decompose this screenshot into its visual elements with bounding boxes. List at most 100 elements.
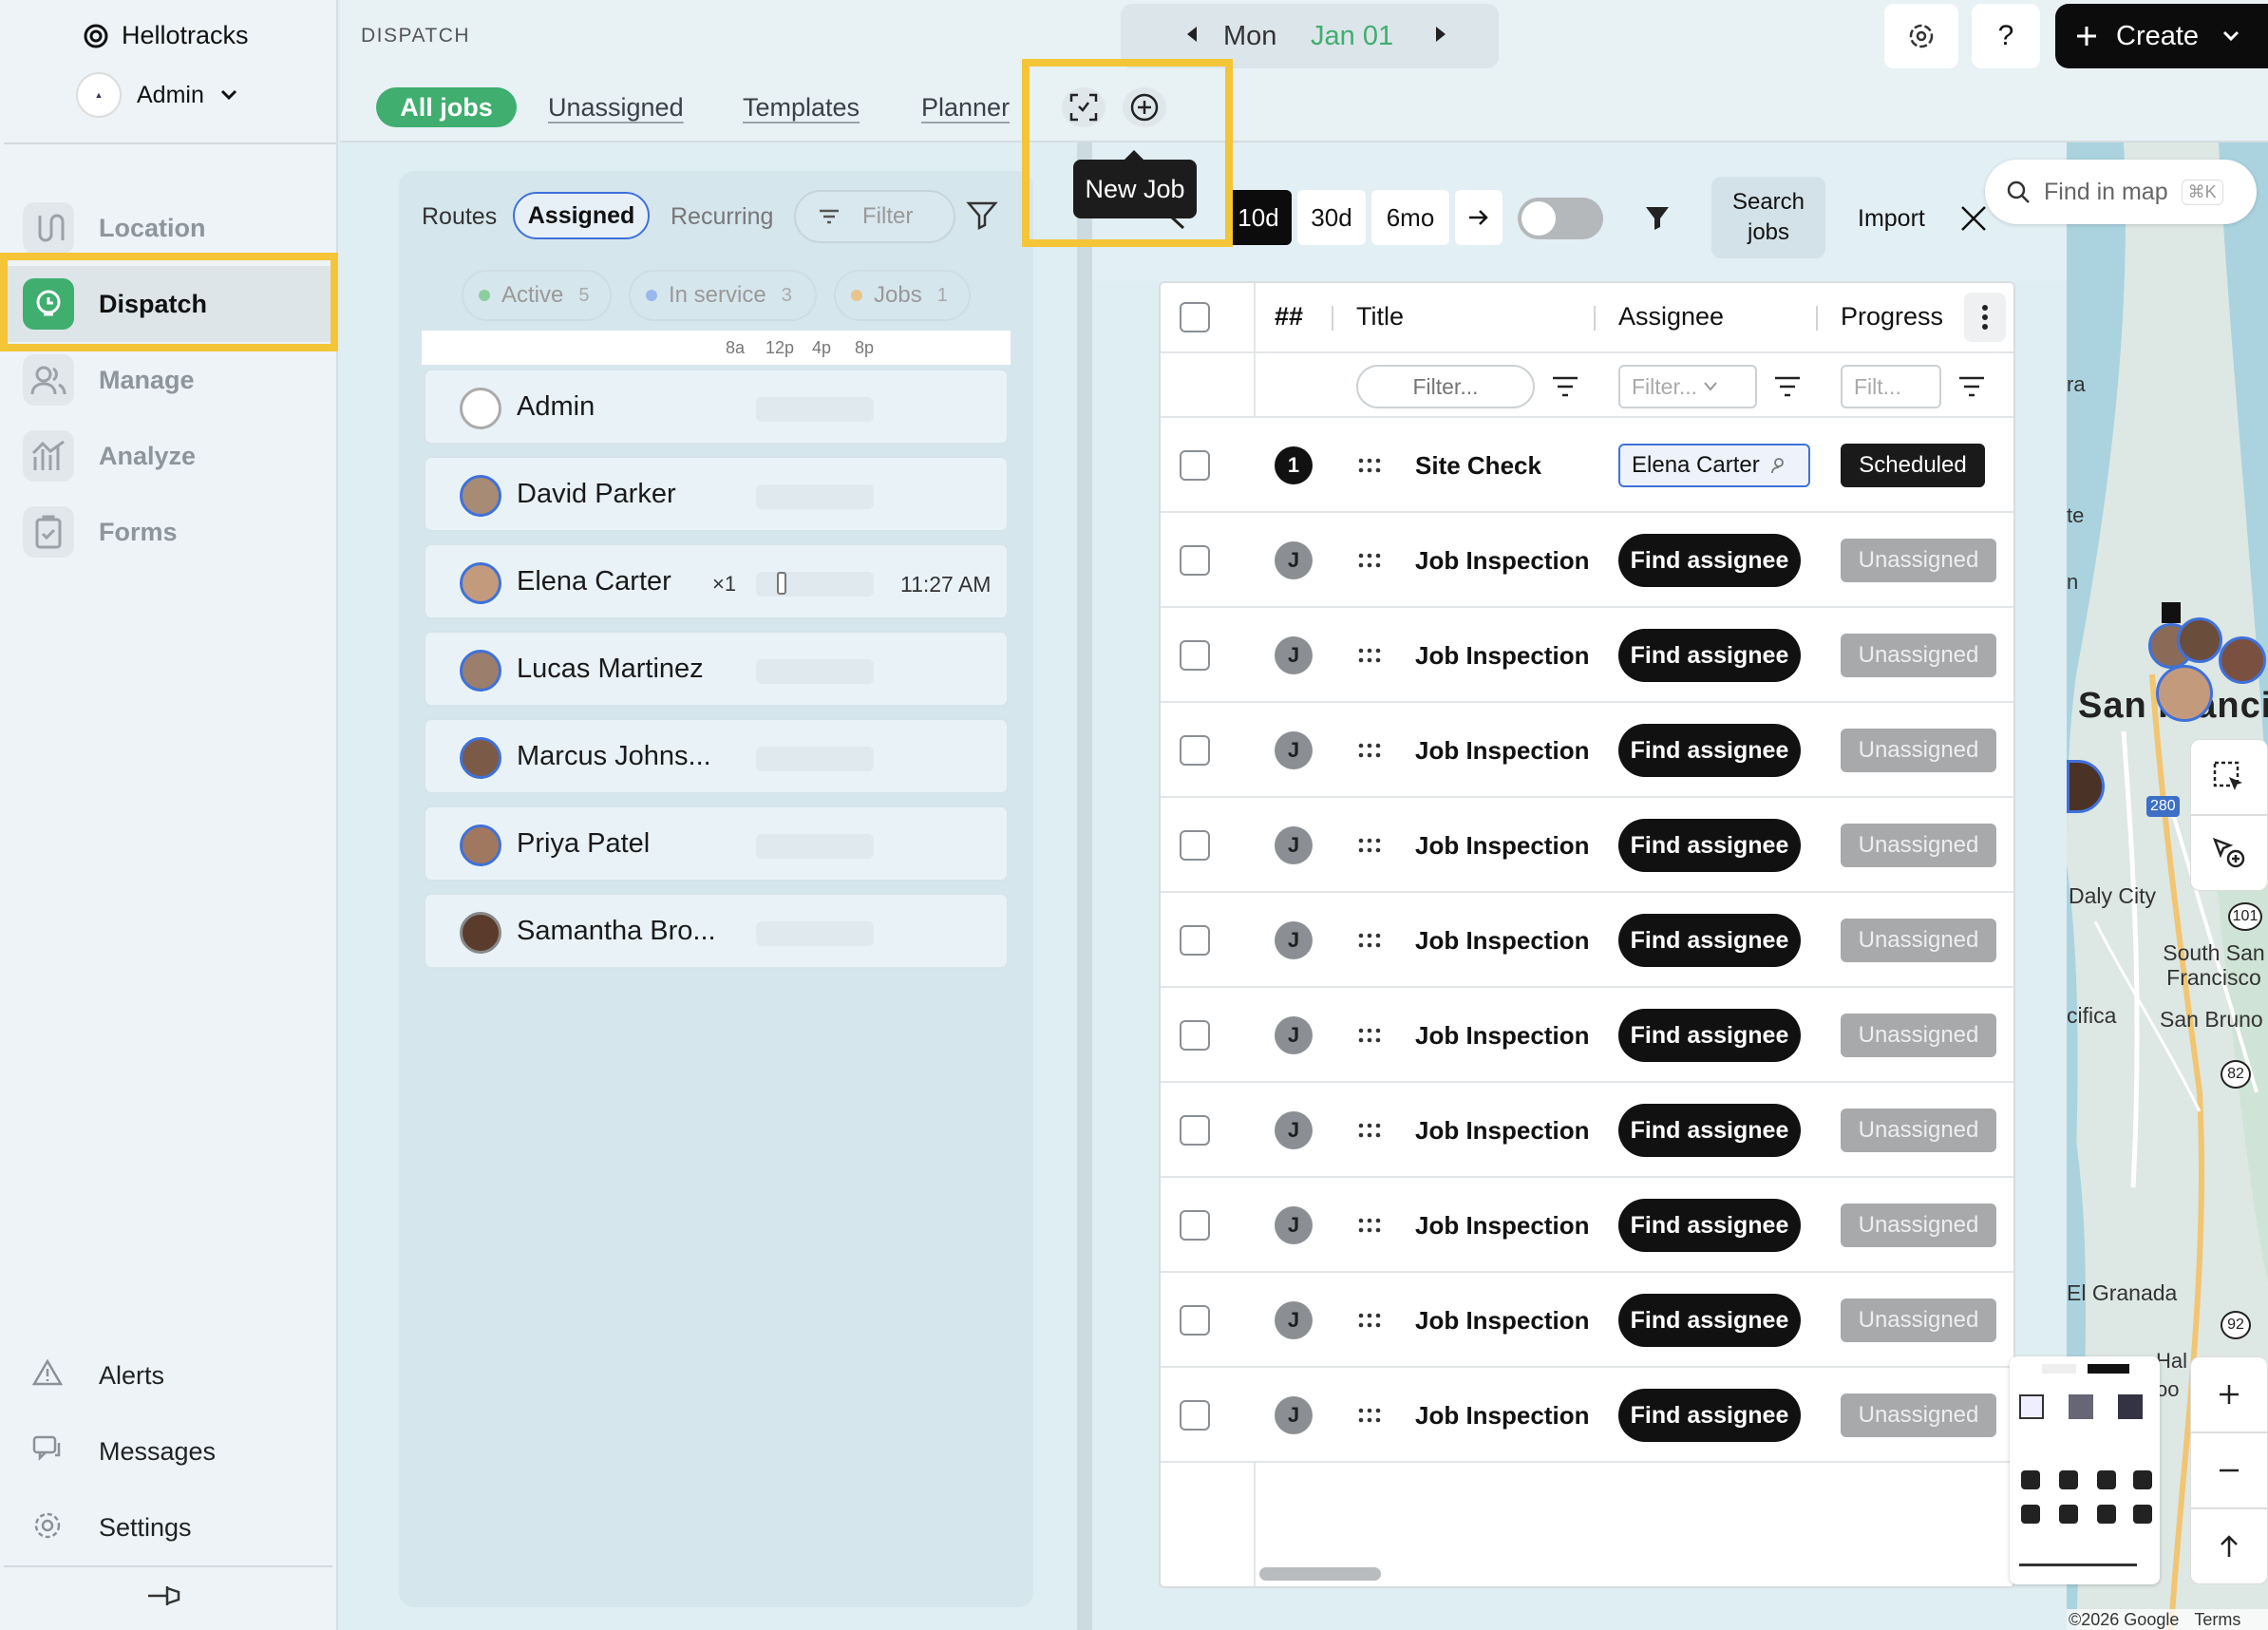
recenter-button[interactable] [2190, 1508, 2268, 1584]
drag-handle-icon[interactable] [1358, 552, 1381, 569]
filter-lines-icon[interactable] [1552, 376, 1578, 397]
terms-link[interactable]: Terms [2194, 1610, 2240, 1630]
view-toggle[interactable] [1518, 198, 1603, 239]
drag-handle-icon[interactable] [1358, 1217, 1381, 1234]
tab-templates[interactable]: Templates [743, 87, 860, 127]
table-row[interactable]: J Job Inspection Find assignee Unassigned [1161, 513, 2013, 608]
tab-all-jobs[interactable]: All jobs [376, 87, 517, 127]
row-checkbox[interactable] [1180, 1210, 1210, 1241]
next-day-icon[interactable] [1434, 25, 1447, 44]
job-title[interactable]: Job Inspection [1415, 1401, 1589, 1431]
map-marker-dark[interactable] [2162, 602, 2181, 623]
tab-assigned[interactable]: Assigned [513, 192, 650, 239]
range-6mo[interactable]: 6mo [1371, 190, 1449, 245]
sidebar-item-manage[interactable]: Manage [0, 342, 338, 418]
column-header-assignee[interactable]: Assignee [1618, 302, 1724, 332]
job-title[interactable]: Site Check [1415, 451, 1541, 481]
row-checkbox[interactable] [1180, 450, 1210, 481]
job-title[interactable]: Job Inspection [1415, 1116, 1589, 1146]
chip-in-service[interactable]: In service 3 [629, 270, 817, 321]
horizontal-scrollbar[interactable] [1259, 1567, 1381, 1581]
table-row[interactable]: J Job Inspection Find assignee Unassigned [1161, 893, 2013, 988]
chip-active[interactable]: Active 5 [462, 270, 612, 321]
find-assignee-button[interactable]: Find assignee [1618, 534, 1801, 587]
sidebar-item-messages[interactable]: Messages [0, 1423, 338, 1480]
find-assignee-button[interactable]: Find assignee [1618, 629, 1801, 682]
routes-filter-input[interactable]: Filter [794, 190, 955, 243]
route-row[interactable]: Priya Patel [424, 806, 1009, 881]
progress-filter-select[interactable]: Filt... [1841, 365, 1941, 408]
import-button[interactable]: Import [1858, 205, 1925, 233]
create-button[interactable]: Create [2055, 4, 2268, 68]
range-10d[interactable]: 10d [1225, 190, 1292, 245]
table-row[interactable]: J Job Inspection Find assignee Unassigned [1161, 608, 2013, 703]
job-title[interactable]: Job Inspection [1415, 1211, 1589, 1241]
search-jobs-button[interactable]: Search jobs [1711, 177, 1825, 258]
map-avatar-marker[interactable] [2177, 617, 2222, 663]
route-row[interactable]: Elena Carter ×1 11:27 AM [424, 543, 1009, 619]
prev-day-icon[interactable] [1185, 25, 1199, 44]
sidebar-item-analyze[interactable]: Analyze [0, 418, 338, 494]
find-assignee-button[interactable]: Find assignee [1618, 914, 1801, 967]
funnel-filled-icon[interactable] [1643, 203, 1672, 232]
lasso-select-button[interactable] [2190, 739, 2268, 815]
drag-handle-icon[interactable] [1358, 742, 1381, 759]
column-header-progress[interactable]: Progress [1841, 302, 1943, 332]
row-checkbox[interactable] [1180, 1020, 1210, 1051]
sidebar-item-forms[interactable]: Forms [0, 494, 338, 570]
app-brand[interactable]: Hellotracks [84, 21, 249, 50]
tab-unassigned[interactable]: Unassigned [548, 87, 684, 127]
row-checkbox[interactable] [1180, 1400, 1210, 1431]
route-row[interactable]: David Parker [424, 456, 1009, 532]
row-checkbox[interactable] [1180, 830, 1210, 861]
row-checkbox[interactable] [1180, 735, 1210, 766]
find-assignee-button[interactable]: Find assignee [1618, 819, 1801, 872]
range-30d[interactable]: 30d [1297, 190, 1366, 245]
find-assignee-button[interactable]: Find assignee [1618, 1009, 1801, 1062]
drag-handle-icon[interactable] [1358, 457, 1381, 474]
zoom-out-button[interactable] [2190, 1432, 2268, 1508]
job-title[interactable]: Job Inspection [1415, 546, 1589, 576]
drag-handle-icon[interactable] [1358, 932, 1381, 949]
row-checkbox[interactable] [1180, 640, 1210, 671]
select-all-checkbox[interactable] [1180, 302, 1210, 332]
ai-assistant-button[interactable] [1884, 4, 1958, 68]
zoom-in-button[interactable] [2190, 1356, 2268, 1432]
route-row[interactable]: Samantha Bro... [424, 893, 1009, 969]
row-checkbox[interactable] [1180, 545, 1210, 576]
account-switcher[interactable]: ▲ Admin [76, 72, 238, 118]
sidebar-item-alerts[interactable]: Alerts [0, 1347, 338, 1404]
table-row[interactable]: J Job Inspection Find assignee Unassigned [1161, 1273, 2013, 1368]
row-checkbox[interactable] [1180, 1305, 1210, 1336]
drag-handle-icon[interactable] [1358, 1407, 1381, 1424]
find-assignee-button[interactable]: Find assignee [1618, 1199, 1801, 1252]
add-place-button[interactable] [2190, 815, 2268, 891]
row-checkbox[interactable] [1180, 925, 1210, 956]
route-row[interactable]: Marcus Johns... [424, 718, 1009, 794]
assignee-chip[interactable]: Elena Carter [1618, 444, 1810, 487]
table-row[interactable]: 1 Site Check Elena Carter Scheduled [1161, 418, 2013, 513]
table-row[interactable]: J Job Inspection Find assignee Unassigned [1161, 703, 2013, 798]
table-row[interactable]: J Job Inspection Find assignee Unassigned [1161, 988, 2013, 1083]
map-search[interactable]: Find in map ⌘K [1985, 160, 2257, 224]
drag-handle-icon[interactable] [1358, 1027, 1381, 1044]
job-title[interactable]: Job Inspection [1415, 736, 1589, 766]
filter-lines-icon[interactable] [1958, 376, 1985, 397]
chip-jobs[interactable]: Jobs 1 [834, 270, 971, 321]
tab-planner[interactable]: Planner [921, 87, 1010, 127]
filter-lines-icon[interactable] [1774, 376, 1801, 397]
find-assignee-button[interactable]: Find assignee [1618, 1389, 1801, 1442]
map-style-picker[interactable] [2010, 1356, 2160, 1584]
next-range-button[interactable] [1455, 190, 1503, 245]
help-button[interactable]: ? [1972, 4, 2040, 68]
job-title[interactable]: Job Inspection [1415, 926, 1589, 956]
map-avatar-marker[interactable] [2156, 665, 2213, 722]
map-avatar-marker[interactable] [2219, 636, 2266, 684]
table-row[interactable]: J Job Inspection Find assignee Unassigned [1161, 1178, 2013, 1273]
row-checkbox[interactable] [1180, 1115, 1210, 1146]
drag-handle-icon[interactable] [1358, 647, 1381, 664]
find-assignee-button[interactable]: Find assignee [1618, 1294, 1801, 1347]
drag-handle-icon[interactable] [1358, 1312, 1381, 1329]
route-row[interactable]: Lucas Martinez [424, 631, 1009, 707]
column-header-title[interactable]: Title [1356, 302, 1404, 332]
